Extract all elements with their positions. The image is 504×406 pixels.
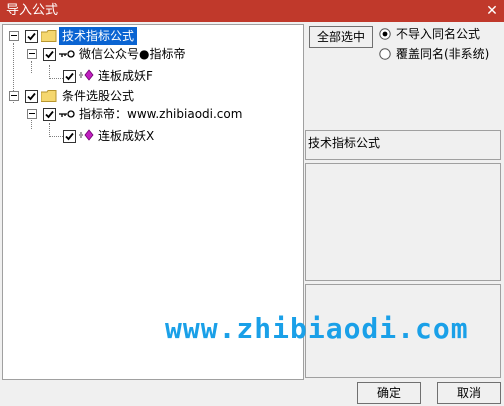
tree-label: 连板成妖X xyxy=(98,129,155,143)
tree-node-author[interactable]: 微信公众号●指标帝 xyxy=(3,45,303,63)
collapse-toggle[interactable] xyxy=(27,49,37,59)
tree-label: 条件选股公式 xyxy=(62,89,135,103)
checkbox[interactable] xyxy=(63,70,76,83)
key-icon xyxy=(59,110,75,118)
tree-node-group[interactable]: 技术指标公式 xyxy=(3,27,303,45)
collapse-toggle[interactable] xyxy=(27,109,37,119)
radio-no-import[interactable] xyxy=(379,28,391,40)
description-panel xyxy=(305,163,501,281)
checkbox[interactable] xyxy=(43,48,56,61)
tree-label: 连板成妖F xyxy=(98,69,153,83)
category-label: 技术指标公式 xyxy=(308,136,381,150)
tree-label: 指标帝：www.zhibiaodi.com xyxy=(79,107,243,121)
formula-icon xyxy=(79,69,94,81)
radio-overwrite-label: 覆盖同名(非系统) xyxy=(396,47,490,61)
close-icon[interactable]: ✕ xyxy=(484,3,500,19)
formula-icon xyxy=(79,129,94,141)
tree-label: 微信公众号●指标帝 xyxy=(79,47,186,61)
checkbox[interactable] xyxy=(43,108,56,121)
folder-icon xyxy=(41,90,57,102)
tree-node-author[interactable]: 指标帝：www.zhibiaodi.com xyxy=(3,105,303,123)
collapse-toggle[interactable] xyxy=(9,31,19,41)
tree-node-group[interactable]: 条件选股公式 xyxy=(3,87,303,105)
collapse-toggle[interactable] xyxy=(9,91,19,101)
category-panel: 技术指标公式 xyxy=(305,130,501,160)
window-title: 导入公式 xyxy=(6,3,59,18)
tree-node-formula[interactable]: 连板成妖X xyxy=(3,125,303,143)
radio-no-import-label: 不导入同名公式 xyxy=(396,27,481,41)
title-bar: 导入公式 ✕ xyxy=(0,0,504,22)
key-icon xyxy=(59,50,75,58)
ok-button[interactable]: 确定 xyxy=(357,382,421,404)
radio-overwrite[interactable] xyxy=(379,48,391,60)
folder-icon xyxy=(41,30,57,42)
checkbox[interactable] xyxy=(25,90,38,103)
checkbox[interactable] xyxy=(25,30,38,43)
cancel-button[interactable]: 取消 xyxy=(437,382,501,404)
select-all-button[interactable]: 全部选中 xyxy=(309,26,373,48)
tree-label: 技术指标公式 xyxy=(59,27,138,45)
checkbox[interactable] xyxy=(63,130,76,143)
tree-node-formula[interactable]: 连板成妖F xyxy=(3,65,303,83)
watermark-text: www.zhibiaodi.com xyxy=(165,312,469,345)
